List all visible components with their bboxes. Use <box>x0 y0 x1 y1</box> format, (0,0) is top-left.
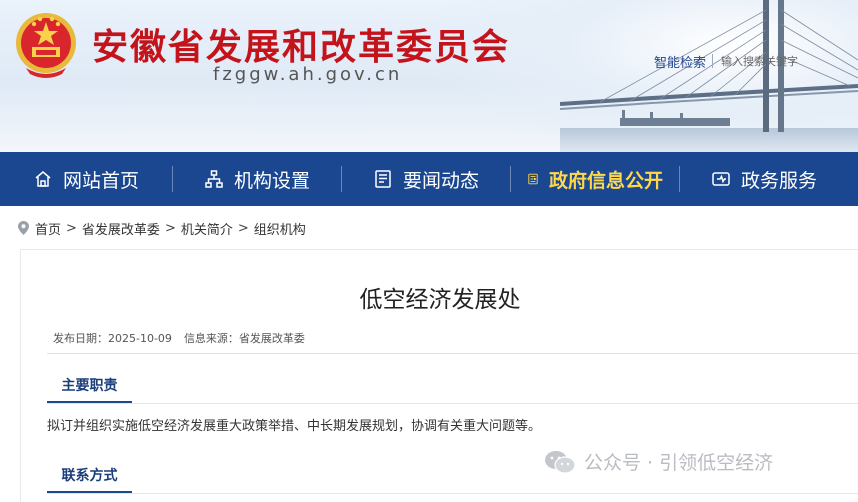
publish-date-group: 发布日期：2025-10-09 <box>53 330 172 346</box>
publish-date-label: 发布日期： <box>53 332 108 345</box>
section-heading-duties: 主要职责 <box>47 375 132 404</box>
meta-divider <box>47 353 858 354</box>
breadcrumb-separator: > <box>66 220 77 236</box>
breadcrumb-home[interactable]: 首页 <box>35 219 61 238</box>
search-box: 智能检索 <box>648 48 846 74</box>
bridge-illustration <box>560 0 858 152</box>
breadcrumb-agency-intro[interactable]: 机关简介 <box>181 219 233 238</box>
header-banner: 安徽省发展和改革委员会 fzggw.ah.gov.cn 智能检索 <box>0 0 858 152</box>
breadcrumb-separator: > <box>237 220 249 236</box>
nav-item-org[interactable]: 机构设置 <box>173 152 341 206</box>
breadcrumb-ndrc[interactable]: 省发展改革委 <box>82 219 160 238</box>
nav-item-label: 网站首页 <box>62 169 139 192</box>
source-label: 信息来源： <box>183 332 239 345</box>
wechat-icon <box>545 450 576 474</box>
national-emblem-icon <box>16 13 76 78</box>
section-divider <box>47 493 858 494</box>
nav-item-home[interactable]: 网站首页 <box>0 152 172 206</box>
nav-item-info-disclosure[interactable]: 政府信息公开 <box>511 152 679 206</box>
home-icon <box>35 171 51 187</box>
nav-item-label: 机构设置 <box>233 169 310 192</box>
source-value: 省发展改革委 <box>238 332 305 345</box>
breadcrumb: 首页 > 省发展改革委 > 机关简介 > 组织机构 <box>18 218 306 238</box>
wechat-watermark: 公众号 · 引领低空经济 <box>544 448 773 475</box>
nav-item-label: 要闻动态 <box>402 169 479 192</box>
section-divider <box>47 403 858 404</box>
nav-item-label: 政府信息公开 <box>548 169 663 192</box>
smart-search-button[interactable]: 智能检索 <box>648 52 712 71</box>
site-title: 安徽省发展和改革委员会 <box>92 26 511 68</box>
news-icon <box>375 170 391 188</box>
location-pin-icon <box>18 221 29 235</box>
section-heading-contact: 联系方式 <box>47 465 132 494</box>
info-disclosure-icon <box>528 173 538 185</box>
section-body-duties: 拟订并组织实施低空经济发展重大政策举措、中长期发展规划，协调有关重大问题等。 <box>47 419 542 434</box>
publish-date: 2025-10-09 <box>108 332 172 345</box>
search-input[interactable] <box>713 54 834 68</box>
watermark-text: 公众号 · 引领低空经济 <box>584 452 774 474</box>
service-icon <box>712 172 730 186</box>
org-chart-icon <box>205 170 223 188</box>
source-group: 信息来源：省发展改革委 <box>184 330 305 346</box>
nav-item-news[interactable]: 要闻动态 <box>342 152 510 206</box>
nav-item-services[interactable]: 政务服务 <box>680 152 848 206</box>
breadcrumb-separator: > <box>164 220 176 236</box>
breadcrumb-organization[interactable]: 组织机构 <box>254 219 306 238</box>
article-title: 低空经济发展处 <box>359 287 521 313</box>
main-nav: 网站首页 机构设置 要闻动态 政府信息公开 政务服务 <box>0 152 858 206</box>
article-meta: 发布日期：2025-10-09 信息来源：省发展改革委 <box>53 330 305 346</box>
site-domain: fzggw.ah.gov.cn <box>213 64 403 85</box>
nav-item-label: 政务服务 <box>740 169 817 192</box>
